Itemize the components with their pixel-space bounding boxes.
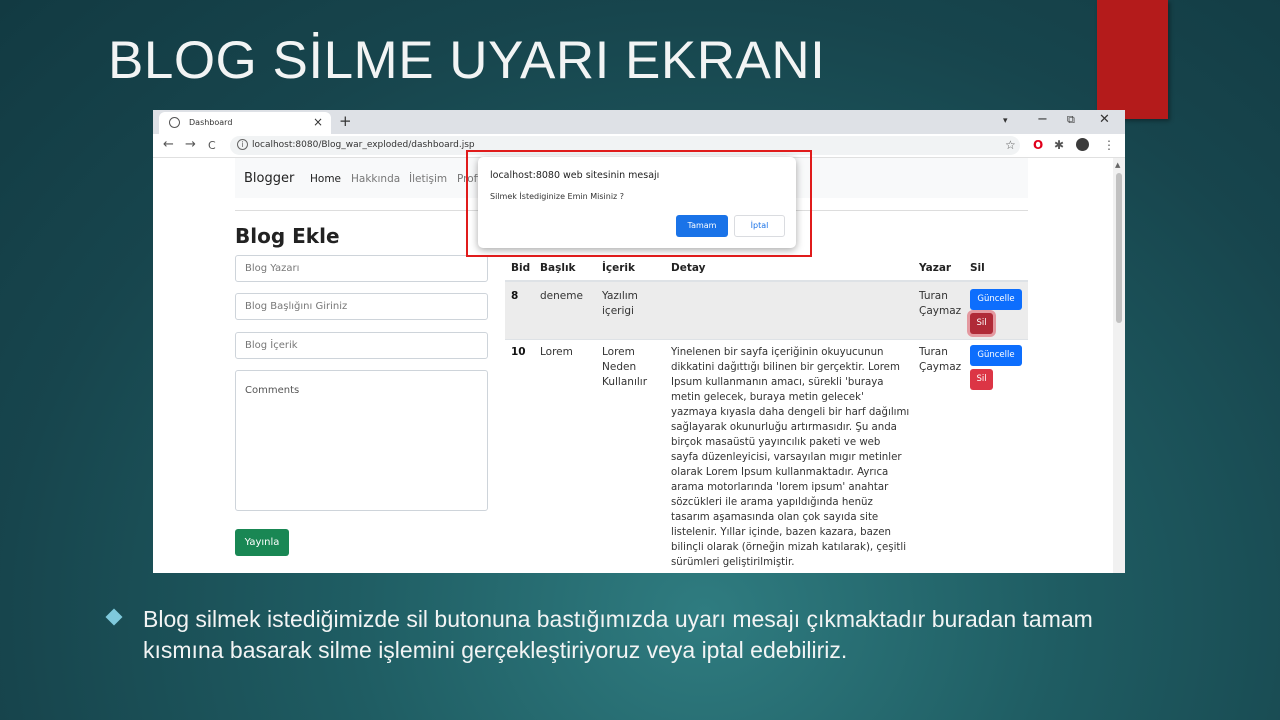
scroll-up-arrow-icon[interactable]: ▲ (1115, 161, 1120, 169)
row-title: deneme (540, 290, 583, 302)
author-input[interactable]: Blog Yazarı (235, 255, 488, 282)
column-header-yazar: Yazar (919, 262, 952, 274)
row-content: Lorem Neden Kullanılır (602, 346, 648, 388)
back-button[interactable]: ← (163, 137, 174, 152)
update-button[interactable]: Güncelle (970, 289, 1022, 310)
nav-link-hakkinda[interactable]: Hakkında (351, 173, 400, 185)
tab-title: Dashboard (189, 118, 233, 127)
globe-icon (169, 117, 180, 128)
row-content: Yazılım içerigi (602, 290, 638, 317)
url-text: localhost:8080/Blog_war_exploded/dashboa… (252, 140, 475, 150)
reload-button[interactable]: C (208, 139, 216, 152)
update-button[interactable]: Güncelle (970, 345, 1022, 366)
column-header-baslik: Başlık (540, 262, 576, 274)
row-title: Lorem (540, 346, 573, 358)
bullet-diamond-icon (105, 608, 123, 626)
delete-button[interactable]: Sil (970, 313, 993, 334)
form-title: Blog Ekle (235, 224, 340, 248)
browser-menu-icon[interactable]: ⋮ (1103, 138, 1115, 152)
slide-title: BLOG SİLME UYARI EKRANI (108, 31, 826, 90)
tab-close-icon[interactable]: × (313, 115, 323, 129)
nav-link-iletisim[interactable]: İletişim (409, 173, 447, 185)
row-bid: 10 (511, 346, 526, 358)
column-header-bid: Bid (511, 262, 531, 274)
tab-bar: Dashboard × + ▾ − ⧉ ✕ (153, 110, 1125, 134)
red-accent-tab (1097, 0, 1168, 119)
column-header-sil: Sil (970, 262, 985, 274)
slide-bullet-text: Blog silmek istediğimizde sil butonuna b… (143, 606, 1093, 663)
scrollbar-thumb[interactable] (1116, 173, 1122, 323)
close-window-button[interactable]: ✕ (1099, 112, 1110, 127)
minimize-button[interactable]: − (1037, 112, 1048, 127)
restore-button[interactable]: ⧉ (1067, 113, 1075, 127)
navbar-brand[interactable]: Blogger (244, 171, 294, 186)
title-input[interactable]: Blog Başlığını Giriniz (235, 293, 488, 320)
new-tab-button[interactable]: + (339, 112, 352, 130)
column-header-icerik: İçerik (602, 262, 636, 274)
row-bid: 8 (511, 290, 519, 302)
row-divider (505, 339, 1028, 340)
scrollbar[interactable]: ▲ (1113, 158, 1125, 573)
row-author: Turan Çaymaz (919, 346, 962, 373)
content-input[interactable]: Blog İçerik (235, 332, 488, 359)
delete-button[interactable]: Sil (970, 369, 993, 390)
publish-button[interactable]: Yayınla (235, 529, 289, 556)
row-detail: Yinelenen bir sayfa içeriğinin okuyucunu… (671, 347, 910, 568)
opera-extension-icon[interactable]: O (1033, 138, 1043, 152)
extensions-puzzle-icon[interactable]: ✱ (1054, 138, 1064, 152)
tab-dashboard[interactable]: Dashboard × (159, 112, 331, 134)
forward-button[interactable]: → (185, 137, 196, 152)
info-icon[interactable]: i (237, 139, 248, 150)
nav-link-home[interactable]: Home (310, 173, 341, 185)
profile-dropdown-icon[interactable]: ▾ (1003, 116, 1008, 126)
bookmark-star-icon[interactable]: ☆ (1005, 138, 1016, 152)
browser-screenshot: Dashboard × + ▾ − ⧉ ✕ ← → C i localhost:… (153, 110, 1125, 573)
profile-avatar[interactable] (1076, 138, 1089, 151)
highlight-box (466, 150, 812, 257)
column-header-detay: Detay (671, 262, 706, 274)
comments-textarea[interactable]: Comments (235, 370, 488, 511)
row-author: Turan Çaymaz (919, 290, 962, 317)
